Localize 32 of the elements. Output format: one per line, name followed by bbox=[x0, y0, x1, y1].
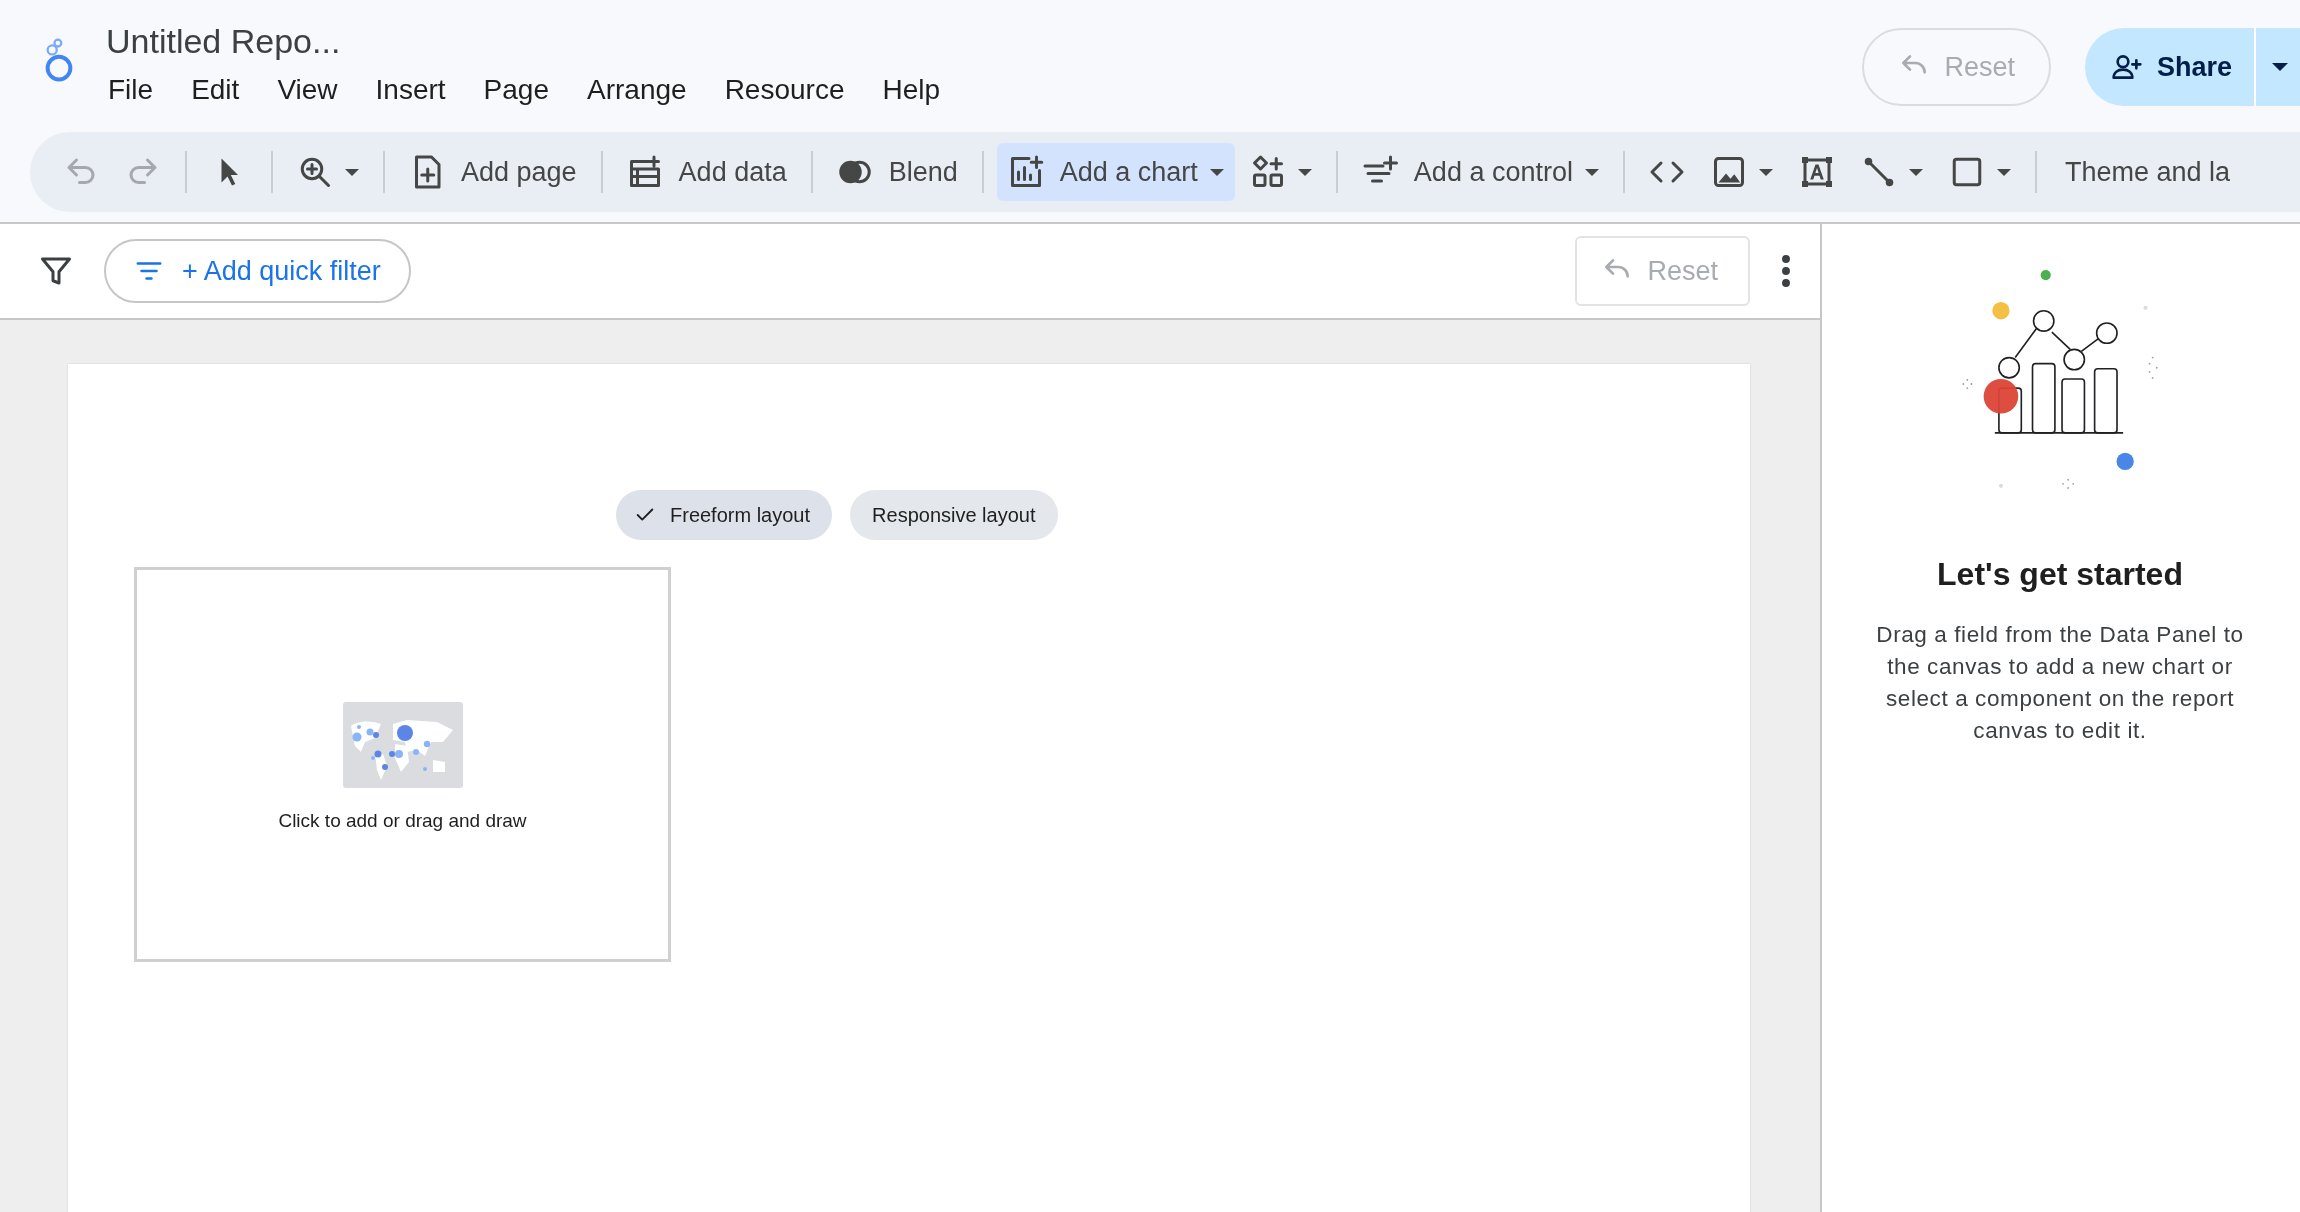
toolbar-button[interactable]: Add page bbox=[398, 143, 588, 201]
menu-item[interactable]: Insert bbox=[356, 70, 465, 110]
layout-chip[interactable]: Responsive layout bbox=[850, 490, 1058, 540]
layout-chip[interactable]: Freeform layout bbox=[616, 490, 833, 540]
menu-item[interactable]: Edit bbox=[172, 70, 259, 110]
panel-description: Drag a field from the Data Panel to the canvas to add a new chart or select a component on the report canvas to edit it. bbox=[1875, 621, 2245, 745]
caret-icon bbox=[1908, 168, 1923, 176]
menu-item[interactable]: Page bbox=[464, 70, 568, 110]
placeholder-caption: Click to add or drag and draw bbox=[278, 810, 527, 832]
menu-item[interactable]: File bbox=[106, 70, 173, 110]
toolbar-button[interactable]: Add data bbox=[615, 143, 798, 201]
more-options-button[interactable] bbox=[1782, 255, 1790, 287]
caret-icon bbox=[1297, 168, 1312, 176]
caret-icon bbox=[1996, 168, 2011, 176]
menu-item[interactable]: Arrange bbox=[568, 70, 706, 110]
toolbar-button[interactable]: Add a chart bbox=[996, 143, 1235, 201]
report-title[interactable]: Untitled Repo... bbox=[106, 20, 960, 62]
add-quick-filter-button[interactable]: + Add quick filter bbox=[104, 239, 411, 303]
toolbar-button[interactable]: Blend bbox=[825, 143, 969, 201]
menu-item[interactable]: View bbox=[258, 70, 357, 110]
caret-icon bbox=[1209, 168, 1224, 176]
caret-icon bbox=[345, 168, 359, 176]
menu-item[interactable]: Help bbox=[863, 70, 960, 110]
panel-heading: Let's get started bbox=[1937, 556, 2183, 593]
caret-icon bbox=[2272, 63, 2288, 71]
toolbar-button[interactable]: Add a control bbox=[1350, 143, 1610, 201]
chart-placeholder[interactable]: Click to add or drag and draw bbox=[134, 567, 671, 962]
caret-icon bbox=[1758, 168, 1773, 176]
menu-item[interactable]: Resource bbox=[705, 70, 864, 110]
toolbar-button[interactable]: Theme and la bbox=[2049, 143, 2242, 201]
more-vertical-icon bbox=[1782, 255, 1790, 287]
caret-icon bbox=[1584, 168, 1599, 176]
